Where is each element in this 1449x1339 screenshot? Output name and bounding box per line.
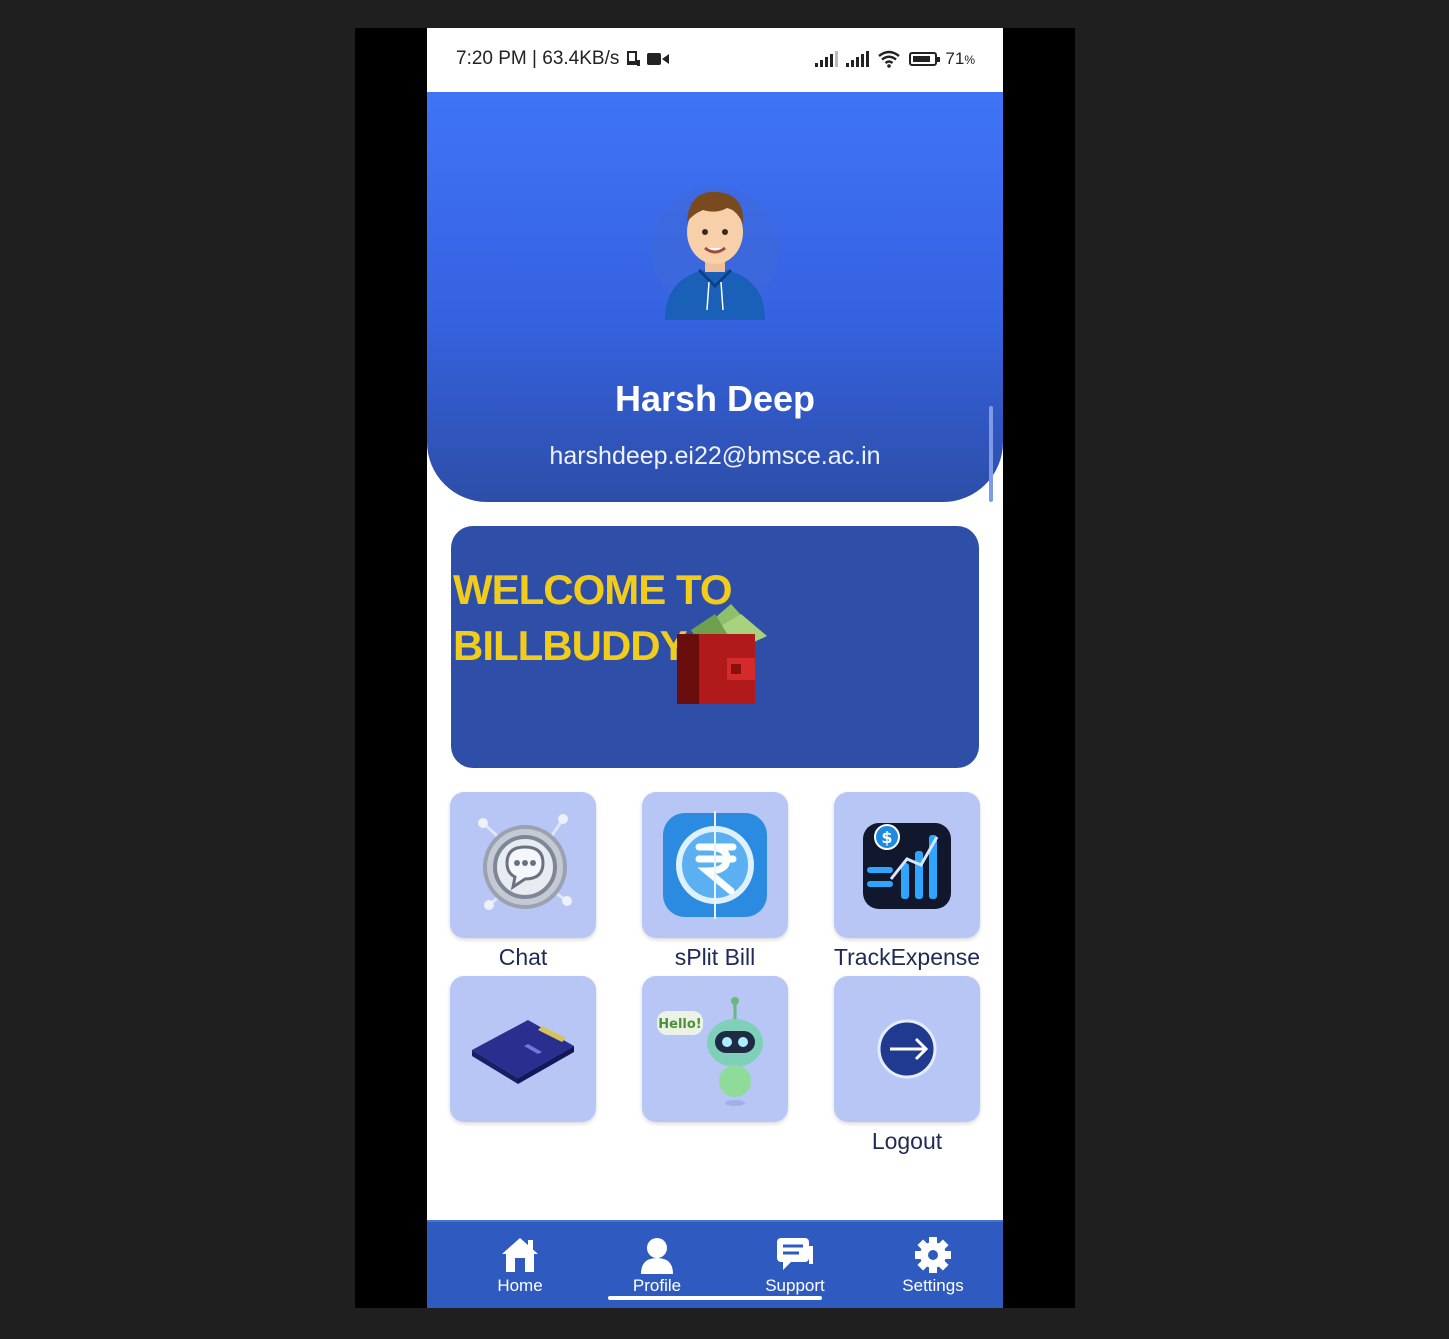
profile-header: Harsh Deep harshdeep.ei22@bmsce.ac.in <box>427 92 1003 502</box>
signal-1-icon <box>815 51 839 67</box>
logout-arrow-icon <box>877 1019 937 1079</box>
logout-label: Logout <box>871 1128 943 1154</box>
profile-icon <box>641 1238 673 1274</box>
battery-icon <box>909 52 941 66</box>
split-bill-tile[interactable] <box>642 792 788 938</box>
avatar[interactable] <box>647 170 783 320</box>
phone-screen: 7:20 PM | 63.4KB/s 71% Harsh Deep harshd… <box>427 28 1003 1308</box>
home-icon <box>502 1238 538 1272</box>
chatbot-icon: Hello! <box>657 997 763 1106</box>
logout-tile[interactable] <box>834 976 980 1122</box>
nav-home-label: Home <box>497 1276 543 1295</box>
track-expense-tile[interactable]: $ <box>834 792 980 938</box>
card-wallet-icon <box>472 1020 574 1084</box>
card-tile[interactable] <box>450 976 596 1122</box>
svg-text:$: $ <box>881 828 892 847</box>
wallet-money-icon <box>677 604 767 704</box>
status-time: 7:20 PM | 63.4KB/s <box>456 48 620 69</box>
nav-settings[interactable]: Settings <box>878 1236 988 1296</box>
user-name: Harsh Deep <box>614 378 816 419</box>
support-chat-icon <box>777 1238 813 1270</box>
chat-icon <box>478 814 572 910</box>
status-bar: 7:20 PM | 63.4KB/s 71% <box>427 28 1003 92</box>
user-email: harshdeep.ei22@bmsce.ac.in <box>549 442 881 470</box>
nav-support[interactable]: Support <box>740 1236 850 1296</box>
device-status-icon <box>627 51 641 66</box>
chatbot-tile[interactable]: Hello! <box>642 976 788 1122</box>
battery-value: 71 <box>945 49 965 68</box>
chat-label: Chat <box>498 944 548 970</box>
video-camera-icon <box>647 53 670 65</box>
scrollbar[interactable] <box>989 406 993 502</box>
chatbot-bubble: Hello! <box>658 1017 701 1032</box>
track-expense-label: TrackExpense <box>833 944 981 970</box>
nav-home[interactable]: Home <box>465 1236 575 1296</box>
bottom-nav: Home Profile Support Settings <box>427 1220 1003 1308</box>
chat-tile[interactable] <box>450 792 596 938</box>
nav-profile-label: Profile <box>632 1276 682 1295</box>
nav-settings-label: Settings <box>902 1276 964 1295</box>
gear-icon <box>915 1237 951 1273</box>
wifi-icon <box>878 50 901 68</box>
expense-chart-icon: $ <box>863 823 951 909</box>
status-right: 71% <box>815 49 975 69</box>
battery-percent: 71% <box>945 49 975 69</box>
nav-active-indicator <box>608 1296 822 1300</box>
status-left: 7:20 PM | 63.4KB/s <box>456 48 670 70</box>
welcome-banner: WELCOME TO BILLBUDDY <box>451 526 979 768</box>
rupee-split-icon <box>663 811 767 919</box>
battery-unit: % <box>964 53 975 67</box>
nav-support-label: Support <box>765 1276 825 1295</box>
split-bill-label: sPlit Bill <box>674 944 756 970</box>
nav-profile[interactable]: Profile <box>602 1236 712 1296</box>
signal-2-icon <box>846 51 870 67</box>
